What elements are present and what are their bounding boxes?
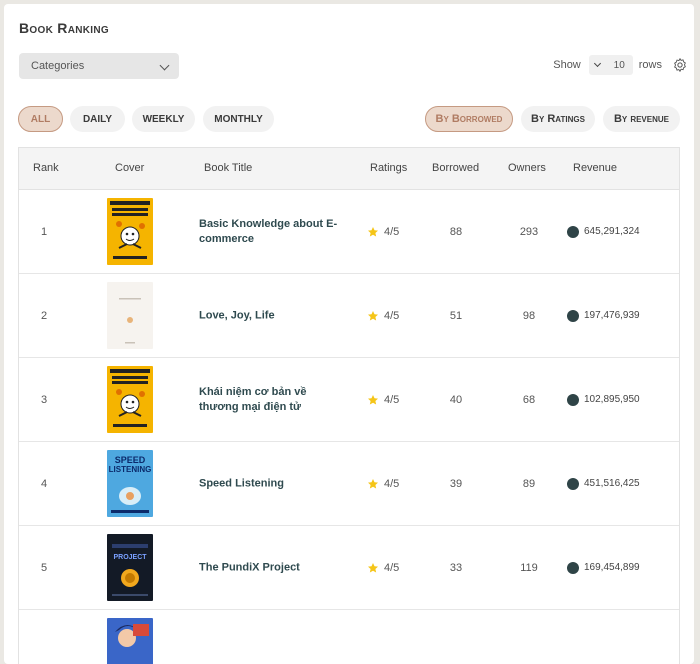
owners-cell: 89 [522,477,536,490]
rating-cell: 4/5 [367,562,399,574]
star-icon [368,478,378,489]
revenue-value: 645,291,324 [584,226,640,237]
table-row[interactable]: 4 SPEED LISTENING Speed Listening 4/5 39 89 451… [19,442,679,526]
gear-icon[interactable] [672,57,688,73]
coin-icon [567,393,579,406]
revenue-cell: 169,454,899 [567,561,640,574]
sort-by-borrowed[interactable]: By Borrowed [425,106,513,132]
star-icon [368,310,378,321]
star-icon [368,562,378,573]
rating-value: 4/5 [384,225,400,238]
table-row[interactable]: 3 Khái niệm cơ bản về thương mại điện tử 4… [19,358,679,442]
col-title: Book Title [204,162,253,174]
rows-label: rows [638,59,662,71]
page-title: Book Ranking [19,20,109,36]
star-icon [368,394,378,405]
revenue-value: 197,476,939 [584,310,640,321]
coin-icon [567,225,579,238]
svg-text:PROJECT: PROJECT [113,554,147,561]
table-row[interactable]: 1 Basic Knowledge about E-commerce 4/5 88 29… [19,190,679,274]
book-title-link[interactable]: Basic Knowledge about E-commerce [199,217,339,247]
categories-dropdown[interactable]: Categories [19,53,179,79]
table-body: 1 Basic Knowledge about E-commerce 4/5 88 29… [19,190,679,664]
rank-cell: 5 [41,561,48,574]
owners-cell: 98 [522,309,536,322]
svg-text:LISTENING: LISTENING [109,465,152,474]
col-rank: Rank [33,162,59,174]
rating-cell: 4/5 [367,394,399,406]
table-header: Rank Cover Book Title Ratings Borrowed O… [19,148,679,190]
owners-cell: 68 [522,393,536,406]
rating-cell: 4/5 [367,310,399,322]
rank-cell: 3 [41,393,48,406]
book-cover-image[interactable] [107,198,153,265]
table-row[interactable]: 5 PROJECT The PundiX Project 4/5 33 119 169,45… [19,526,679,610]
rating-value: 4/5 [384,309,400,322]
col-revenue: Revenue [573,162,618,174]
rating-value: 4/5 [384,393,400,406]
show-label: Show [553,59,581,71]
book-cover-image[interactable] [107,282,153,349]
filter-weekly[interactable]: WEEKLY [132,106,195,132]
filter-monthly[interactable]: MONTHLY [203,106,274,132]
rating-cell: 4/5 [367,478,399,490]
coin-icon [567,309,579,322]
rank-cell: 4 [41,477,48,490]
revenue-value: 451,516,425 [584,478,640,489]
book-cover-image[interactable] [107,366,153,433]
revenue-cell: 645,291,324 [567,225,640,238]
borrowed-cell: 51 [449,309,463,322]
ranking-panel: Book Ranking Categories Show 10 rows ALL… [4,4,694,664]
sort-by-revenue[interactable]: By revenue [603,106,680,132]
book-title-link[interactable]: The PundiX Project [199,560,339,575]
book-cover-image[interactable]: PROJECT [107,534,153,601]
categories-label: Categories [31,60,85,72]
owners-cell: 119 [520,561,538,574]
owners-cell: 293 [519,225,539,238]
table-row[interactable] [19,610,679,664]
rows-per-page: Show 10 rows [553,55,688,75]
col-owners: Owners [508,162,546,174]
borrowed-cell: 39 [449,477,463,490]
rows-value: 10 [613,59,625,71]
book-title-link[interactable]: Khái niệm cơ bản về thương mại điện tử [199,385,339,415]
rating-cell: 4/5 [367,226,399,238]
rating-value: 4/5 [384,477,400,490]
revenue-value: 102,895,950 [584,394,640,405]
borrowed-cell: 40 [449,393,463,406]
svg-text:SPEED: SPEED [115,455,146,465]
star-icon [368,226,378,237]
rank-cell: 1 [41,225,48,238]
rank-cell: 2 [41,309,48,322]
revenue-cell: 451,516,425 [567,477,640,490]
chevron-down-icon [593,59,601,68]
filter-daily[interactable]: DAILY [70,106,125,132]
book-title-link[interactable]: Speed Listening [199,476,339,491]
rows-select[interactable]: 10 [588,55,633,75]
col-ratings: Ratings [370,162,408,174]
book-title-link[interactable]: Love, Joy, Life [199,308,339,323]
coin-icon [567,561,579,574]
coin-icon [567,477,579,490]
book-cover-image[interactable]: SPEED LISTENING [107,450,153,517]
table-row[interactable]: 2 Love, Joy, Life 4/5 51 98 197,476,939 [19,274,679,358]
borrowed-cell: 33 [449,561,463,574]
revenue-cell: 102,895,950 [567,393,640,406]
ranking-table: Rank Cover Book Title Ratings Borrowed O… [18,147,680,664]
borrowed-cell: 88 [449,225,463,238]
col-borrowed: Borrowed [432,162,480,174]
chevron-down-icon [159,60,170,71]
revenue-value: 169,454,899 [584,562,640,573]
col-cover: Cover [115,162,145,174]
book-cover-image[interactable] [107,618,153,664]
rating-value: 4/5 [384,561,400,574]
sort-by-ratings[interactable]: By Ratings [521,106,595,132]
revenue-cell: 197,476,939 [567,309,640,322]
filter-all[interactable]: ALL [18,106,63,132]
